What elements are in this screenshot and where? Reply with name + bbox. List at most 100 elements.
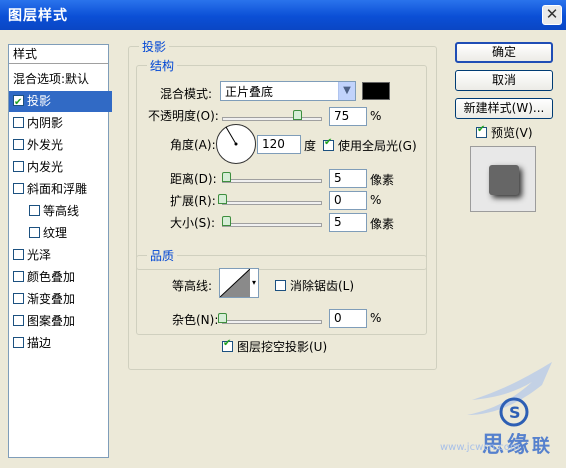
blend-mode-select[interactable]: 正片叠底 ▼ [220, 81, 356, 101]
style-item-satin[interactable]: 光泽 [9, 245, 112, 266]
style-item-texture[interactable]: 纹理 [9, 223, 128, 244]
size-slider[interactable] [222, 223, 322, 227]
style-item-contour[interactable]: 等高线 [9, 201, 128, 222]
blend-mode-label: 混合模式: [160, 87, 213, 101]
style-list-header: 样式 [9, 45, 108, 64]
style-item-label: 渐变叠加 [27, 292, 76, 306]
style-item-inner-shadow[interactable]: 内阴影 [9, 113, 112, 134]
gradient-overlay-checkbox[interactable] [13, 293, 24, 304]
style-item-label: 混合选项:默认 [13, 72, 90, 86]
style-item-label: 图案叠加 [27, 314, 76, 328]
opacity-unit: % [370, 109, 382, 123]
antialias-checkbox[interactable] [275, 280, 286, 291]
svg-text:▾: ▾ [252, 278, 256, 287]
distance-slider[interactable] [222, 179, 322, 183]
watermark-url: www.jcwcn.com [440, 442, 520, 453]
inner-glow-checkbox[interactable] [13, 161, 24, 172]
style-item-label: 纹理 [43, 226, 68, 240]
style-list: 样式 混合选项:默认 投影 内阴影 外发光 内发光 斜面和浮雕 等高线 纹理 光… [8, 44, 112, 458]
drop-shadow-title: 投影 [139, 38, 170, 55]
style-item-label: 颜色叠加 [27, 270, 76, 284]
dialog-body: 样式 混合选项:默认 投影 内阴影 外发光 内发光 斜面和浮雕 等高线 纹理 光… [0, 30, 566, 468]
size-unit: 像素 [370, 217, 395, 231]
preview-shadow-square [489, 165, 519, 195]
structure-title: 结构 [147, 57, 178, 74]
angle-label: 角度(A): [170, 138, 216, 152]
color-overlay-checkbox[interactable] [13, 271, 24, 282]
svg-text:联: 联 [532, 436, 550, 457]
noise-unit: % [370, 311, 382, 325]
preview-checkbox[interactable] [476, 124, 487, 138]
preview-label[interactable]: 预览(V) [491, 124, 533, 141]
close-button[interactable]: ✕ [542, 5, 562, 25]
close-icon: ✕ [545, 5, 559, 23]
svg-text:S: S [509, 403, 521, 422]
global-light-checkbox[interactable] [323, 137, 334, 151]
opacity-slider-thumb[interactable] [293, 110, 302, 120]
style-item-gradient-overlay[interactable]: 渐变叠加 [9, 289, 112, 310]
cancel-button[interactable]: 取消 [455, 70, 553, 91]
style-item-bevel-emboss[interactable]: 斜面和浮雕 [9, 179, 112, 200]
shadow-color-swatch[interactable] [362, 82, 390, 100]
noise-input[interactable]: 0 [329, 309, 367, 328]
spread-label: 扩展(R): [170, 194, 216, 208]
style-item-outer-glow[interactable]: 外发光 [9, 135, 112, 156]
contour-picker[interactable]: ▾ [219, 268, 259, 298]
style-item-blending-options[interactable]: 混合选项:默认 [9, 69, 112, 90]
bevel-emboss-checkbox[interactable] [13, 183, 24, 194]
title-bar: 图层样式 ✕ [0, 0, 566, 30]
opacity-input[interactable]: 75 [329, 107, 367, 126]
contour-linear-icon: ▾ [220, 269, 258, 297]
distance-label: 距离(D): [170, 172, 217, 186]
spread-slider[interactable] [222, 201, 322, 205]
satin-checkbox[interactable] [13, 249, 24, 260]
outer-glow-checkbox[interactable] [13, 139, 24, 150]
noise-slider[interactable] [222, 320, 322, 324]
style-item-color-overlay[interactable]: 颜色叠加 [9, 267, 112, 288]
texture-checkbox[interactable] [29, 227, 40, 238]
angle-input[interactable]: 120 [257, 135, 301, 154]
style-item-label: 等高线 [43, 204, 80, 218]
spread-input[interactable]: 0 [329, 191, 367, 210]
knockout-label[interactable]: 图层挖空投影(U) [237, 338, 327, 355]
size-label: 大小(S): [170, 216, 216, 230]
style-item-label: 投影 [27, 94, 52, 108]
angle-dial[interactable] [216, 124, 256, 164]
size-slider-thumb[interactable] [222, 216, 231, 226]
style-item-label: 斜面和浮雕 [27, 182, 88, 196]
opacity-slider[interactable] [222, 117, 322, 121]
blend-mode-value: 正片叠底 [225, 85, 274, 99]
opacity-label: 不透明度(O): [148, 109, 219, 123]
global-light-label[interactable]: 使用全局光(G) [338, 137, 417, 154]
style-item-drop-shadow[interactable]: 投影 [9, 91, 112, 113]
spread-slider-thumb[interactable] [218, 194, 227, 204]
noise-slider-thumb[interactable] [218, 313, 227, 323]
distance-unit: 像素 [370, 173, 395, 187]
knockout-checkbox[interactable] [222, 338, 233, 352]
style-item-label: 外发光 [27, 138, 64, 152]
style-item-pattern-overlay[interactable]: 图案叠加 [9, 311, 112, 332]
spread-unit: % [370, 193, 382, 207]
style-preview [470, 146, 536, 212]
contour-label: 等高线: [172, 279, 213, 293]
pattern-overlay-checkbox[interactable] [13, 315, 24, 326]
antialias-label[interactable]: 消除锯齿(L) [290, 277, 354, 294]
style-item-label: 描边 [27, 336, 52, 350]
new-style-button[interactable]: 新建样式(W)... [455, 98, 553, 119]
style-item-inner-glow[interactable]: 内发光 [9, 157, 112, 178]
ok-button[interactable]: 确定 [455, 42, 553, 63]
size-input[interactable]: 5 [329, 213, 367, 232]
angle-dial-needle [225, 126, 238, 146]
drop-shadow-checkbox[interactable] [13, 92, 24, 113]
angle-unit: 度 [304, 139, 317, 153]
style-item-stroke[interactable]: 描边 [9, 333, 112, 354]
distance-slider-thumb[interactable] [222, 172, 231, 182]
style-item-label: 光泽 [27, 248, 52, 262]
noise-label: 杂色(N): [172, 313, 219, 327]
style-item-label: 内阴影 [27, 116, 64, 130]
inner-shadow-checkbox[interactable] [13, 117, 24, 128]
window-title: 图层样式 [8, 8, 68, 24]
stroke-checkbox[interactable] [13, 337, 24, 348]
distance-input[interactable]: 5 [329, 169, 367, 188]
contour-checkbox[interactable] [29, 205, 40, 216]
